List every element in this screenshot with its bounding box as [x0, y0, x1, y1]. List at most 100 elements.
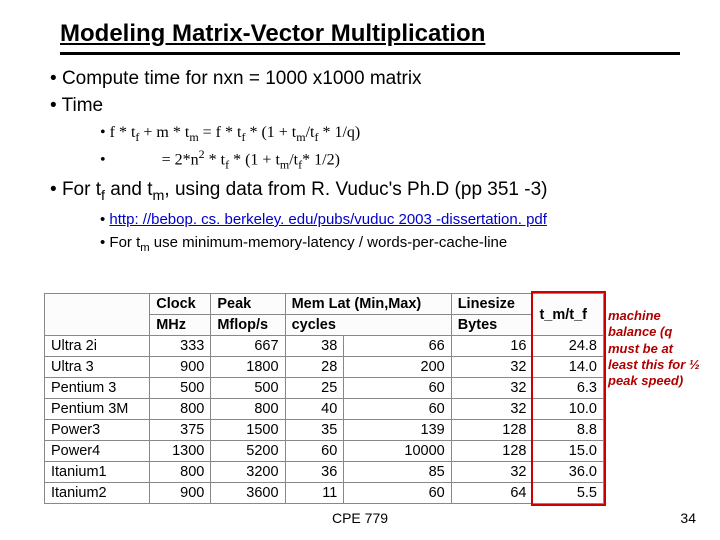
cell-line: 32	[451, 357, 533, 378]
dissertation-link[interactable]: http: //bebop. cs. berkeley. edu/pubs/vu…	[109, 211, 547, 228]
cell-peak: 500	[211, 378, 285, 399]
cell-latmin: 38	[285, 336, 344, 357]
cell-name: Itanium2	[45, 483, 150, 504]
data-table: Clock Peak Mem Lat (Min,Max) Linesize t_…	[44, 293, 604, 504]
table-row: Ultra 2i33366738661624.8	[45, 336, 604, 357]
cell-mhz: 900	[150, 357, 211, 378]
formula-line-1: • f * tf + m * tm = f * tf * (1 + tm/tf …	[100, 122, 710, 172]
cell-mhz: 333	[150, 336, 211, 357]
cell-mhz: 375	[150, 420, 211, 441]
cell-ratio: 15.0	[533, 441, 604, 462]
tm1: For t	[109, 234, 140, 251]
cell-name: Pentium 3	[45, 378, 150, 399]
cell-latmin: 36	[285, 462, 344, 483]
cell-latmax: 139	[344, 420, 451, 441]
cell-line: 32	[451, 462, 533, 483]
cell-latmin: 35	[285, 420, 344, 441]
cell-ratio: 5.5	[533, 483, 604, 504]
f1f: * 1/q)	[318, 124, 360, 141]
cell-ratio: 6.3	[533, 378, 604, 399]
bullet-time: • Time	[50, 94, 710, 119]
tm2: use minimum-memory-latency / words-per-c…	[150, 234, 508, 251]
cell-name: Ultra 2i	[45, 336, 150, 357]
cell-peak: 5200	[211, 441, 285, 462]
cell-latmin: 28	[285, 357, 344, 378]
slide: Modeling Matrix-Vector Multiplication • …	[0, 0, 720, 540]
cell-peak: 1800	[211, 357, 285, 378]
cell-name: Power4	[45, 441, 150, 462]
bullet-for-t: • For tf and tm, using data from R. Vudu…	[50, 178, 710, 205]
table-header-row-1: Clock Peak Mem Lat (Min,Max) Linesize t_…	[45, 294, 604, 315]
f2d: /t	[289, 151, 298, 168]
cell-name: Ultra 3	[45, 357, 150, 378]
footer-page: 34	[680, 510, 696, 526]
cell-latmax: 200	[344, 357, 451, 378]
th-ratio: t_m/t_f	[533, 294, 604, 336]
table-row: Itanium290036001160645.5	[45, 483, 604, 504]
b3b: and t	[105, 179, 153, 200]
table-body: Ultra 2i33366738661624.8Ultra 3900180028…	[45, 336, 604, 504]
cell-mhz: 800	[150, 399, 211, 420]
f1c: = f * t	[199, 124, 242, 141]
th-linesize: Linesize	[451, 294, 533, 315]
cell-peak: 3200	[211, 462, 285, 483]
th-clock: Clock	[150, 294, 211, 315]
slide-title: Modeling Matrix-Vector Multiplication	[60, 20, 680, 55]
f2a: = 2*n	[106, 151, 199, 168]
cell-latmin: 25	[285, 378, 344, 399]
table-row: Pentium 3M80080040603210.0	[45, 399, 604, 420]
cell-name: Pentium 3M	[45, 399, 150, 420]
cell-name: Itanium1	[45, 462, 150, 483]
table-row: Ultra 39001800282003214.0	[45, 357, 604, 378]
cell-line: 128	[451, 420, 533, 441]
f2e: * 1/2)	[302, 151, 340, 168]
cell-peak: 1500	[211, 420, 285, 441]
table-row: Power33751500351391288.8	[45, 420, 604, 441]
cell-mhz: 500	[150, 378, 211, 399]
cell-ratio: 14.0	[533, 357, 604, 378]
cell-line: 128	[451, 441, 533, 462]
cell-latmax: 60	[344, 378, 451, 399]
cell-ratio: 36.0	[533, 462, 604, 483]
cell-latmin: 40	[285, 399, 344, 420]
cell-latmax: 60	[344, 399, 451, 420]
cell-ratio: 10.0	[533, 399, 604, 420]
th-blank	[45, 294, 150, 336]
sub-tm: • For tm use minimum-memory-latency / wo…	[100, 233, 710, 256]
table-row: Pentium 35005002560326.3	[45, 378, 604, 399]
cell-latmin: 11	[285, 483, 344, 504]
cell-ratio: 8.8	[533, 420, 604, 441]
bullet-compute-text: Compute time for nxn = 1000 x1000 matrix	[62, 68, 422, 89]
b3c: , using data from R. Vuduc's Ph.D (pp 35…	[164, 179, 547, 200]
cell-line: 32	[451, 399, 533, 420]
table-row: Power413005200601000012815.0	[45, 441, 604, 462]
cell-latmax: 60	[344, 483, 451, 504]
cell-latmax: 85	[344, 462, 451, 483]
cell-line: 32	[451, 378, 533, 399]
f2b: * t	[205, 151, 225, 168]
bullet-list: • Compute time for nxn = 1000 x1000 matr…	[50, 67, 710, 256]
th-mflops: Mflop/s	[211, 315, 285, 336]
cell-line: 16	[451, 336, 533, 357]
th-peak: Peak	[211, 294, 285, 315]
b3a: For t	[62, 179, 101, 200]
th-bytes: Bytes	[451, 315, 533, 336]
cell-peak: 3600	[211, 483, 285, 504]
cell-latmax: 10000	[344, 441, 451, 462]
f1b: + m * t	[139, 124, 189, 141]
bullet-time-text: Time	[62, 95, 104, 116]
data-table-wrap: Clock Peak Mem Lat (Min,Max) Linesize t_…	[44, 293, 604, 504]
cell-latmax: 66	[344, 336, 451, 357]
f1d: * (1 + t	[245, 124, 296, 141]
cell-latmin: 60	[285, 441, 344, 462]
cell-name: Power3	[45, 420, 150, 441]
th-cycles: cycles	[285, 315, 451, 336]
th-mhz: MHz	[150, 315, 211, 336]
cell-mhz: 800	[150, 462, 211, 483]
table-row: Itanium1800320036853236.0	[45, 462, 604, 483]
cell-peak: 667	[211, 336, 285, 357]
cell-mhz: 900	[150, 483, 211, 504]
cell-ratio: 24.8	[533, 336, 604, 357]
annotation-text: machine balance (q must be at least this…	[608, 308, 706, 389]
f2c: * (1 + t	[229, 151, 280, 168]
